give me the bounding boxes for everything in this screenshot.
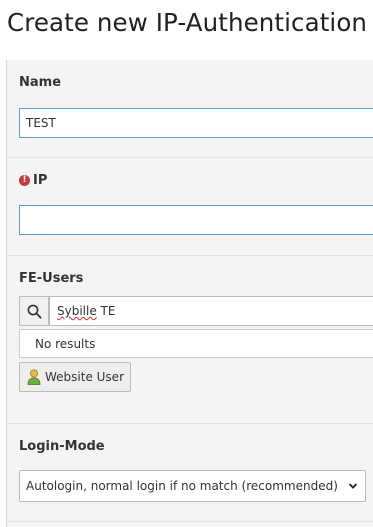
ip-section: ! IP [7, 157, 373, 256]
fe-users-section: FE-Users Sybille TE No results Website U… [7, 255, 373, 424]
search-icon[interactable] [19, 296, 49, 326]
website-user-button-label: Website User [45, 370, 125, 384]
page-title: Create new IP-Authentication conf [7, 8, 373, 37]
name-section: Name [7, 60, 373, 157]
no-results-text: No results [35, 337, 96, 351]
page: Create new IP-Authentication conf Name !… [0, 0, 373, 527]
search-results: No results [19, 329, 373, 358]
search-value-rest: TE [96, 304, 116, 318]
name-label: Name [19, 75, 62, 90]
name-input[interactable] [19, 108, 373, 138]
form-panel: Name ! IP FE-Users Sybille TE No results [6, 60, 373, 527]
ip-label: IP [33, 173, 48, 188]
search-value-misspelled: Sybille [57, 304, 97, 318]
next-section [7, 521, 373, 527]
login-mode-label: Login-Mode [19, 439, 105, 454]
exclamation-circle-icon: ! [19, 175, 30, 186]
login-mode-select[interactable]: Autologin, normal login if no match (rec… [19, 470, 366, 502]
login-mode-selected: Autologin, normal login if no match (rec… [26, 479, 338, 493]
website-user-icon [27, 369, 41, 385]
chevron-down-icon [348, 483, 358, 489]
website-user-button[interactable]: Website User [19, 362, 132, 392]
ip-input[interactable] [19, 205, 373, 235]
fe-users-search-input[interactable]: Sybille TE [49, 296, 373, 326]
login-mode-section: Login-Mode Autologin, normal login if no… [7, 423, 373, 522]
fe-users-label: FE-Users [19, 271, 84, 286]
fe-users-search: Sybille TE [19, 296, 373, 328]
